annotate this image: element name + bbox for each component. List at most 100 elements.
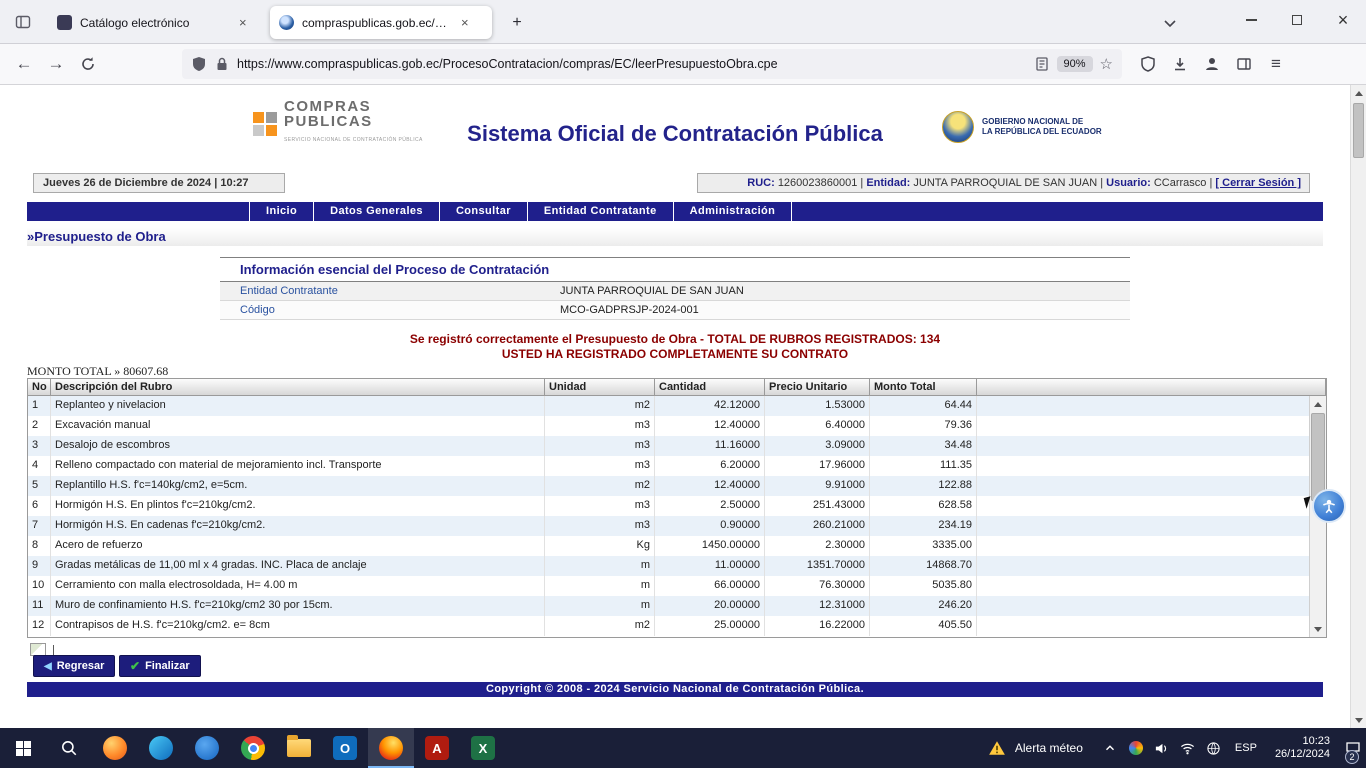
menu-button[interactable]: ≡: [1260, 49, 1292, 79]
taskbar-weather-widget[interactable]: Alerta méteo: [974, 740, 1097, 756]
table-cell: m2: [545, 396, 655, 416]
table-cell: Muro de confinamiento H.S. f'c=210kg/cm2…: [51, 596, 545, 616]
back-button[interactable]: ←: [8, 49, 40, 79]
url-text[interactable]: https://www.compraspublicas.gob.ec/Proce…: [237, 57, 1027, 71]
extension-shield-button[interactable]: [1132, 49, 1164, 79]
tab-favicon: [279, 15, 294, 30]
window-maximize-button[interactable]: [1274, 0, 1320, 40]
app-icon-chrome[interactable]: [230, 728, 276, 768]
regresar-button[interactable]: ◀ Regresar: [33, 655, 115, 677]
finalizar-button[interactable]: ✔ Finalizar: [119, 655, 201, 677]
table-scroll-down-button[interactable]: [1310, 621, 1326, 637]
floating-assistant-widget[interactable]: [1312, 489, 1346, 523]
column-header-filler: [977, 379, 1326, 395]
logout-link[interactable]: [ Cerrar Sesión ]: [1215, 177, 1301, 189]
app-icon-teams[interactable]: [184, 728, 230, 768]
new-tab-button[interactable]: +: [504, 10, 530, 35]
ecuador-coat-of-arms-icon: [942, 111, 974, 143]
tab-close-icon[interactable]: ×: [235, 14, 251, 31]
table-cell-filler: [977, 536, 1309, 556]
app-icon-browser-orange[interactable]: [92, 728, 138, 768]
url-bar[interactable]: https://www.compraspublicas.gob.ec/Proce…: [182, 49, 1122, 79]
forward-button[interactable]: →: [40, 49, 72, 79]
table-cell: 11.16000: [655, 436, 765, 456]
table-row-2: 2Excavación manualm312.400006.4000079.36: [28, 416, 1309, 436]
table-cell: 17.96000: [765, 456, 870, 476]
lock-icon[interactable]: [214, 56, 230, 72]
nav-item-inicio[interactable]: Inicio: [249, 202, 313, 221]
column-header-no: No: [28, 379, 51, 395]
table-cell-filler: [977, 596, 1309, 616]
wifi-button[interactable]: [1175, 728, 1201, 768]
tab-title: Catálogo electrónico: [80, 16, 228, 30]
table-cell: 8: [28, 536, 51, 556]
table-cell: 0.90000: [655, 516, 765, 536]
taskbar-clock[interactable]: 10:23 26/12/2024: [1265, 735, 1340, 761]
table-cell: Contrapisos de H.S. f'c=210kg/cm2. e= 8c…: [51, 616, 545, 636]
column-header-cantidad: Cantidad: [655, 379, 765, 395]
window-close-button[interactable]: ×: [1320, 0, 1366, 40]
list-all-tabs-chevron-icon[interactable]: [1158, 12, 1182, 34]
page-title: Sistema Oficial de Contratación Pública: [0, 121, 1350, 147]
page-scroll-down-button[interactable]: [1351, 712, 1366, 728]
table-scrollbar-thumb[interactable]: [1311, 413, 1325, 501]
clock-time: 10:23: [1275, 735, 1330, 748]
tab-compraspublicas[interactable]: compraspublicas.gob.ec/Proce ×: [270, 6, 492, 39]
page-scroll-up-button[interactable]: [1351, 85, 1366, 101]
volume-button[interactable]: [1149, 728, 1175, 768]
table-cell: Acero de refuerzo: [51, 536, 545, 556]
gov-line1: GOBIERNO NACIONAL DE: [982, 117, 1083, 126]
downloads-button[interactable]: [1164, 49, 1196, 79]
arrow-down-icon: [1355, 718, 1363, 723]
table-cell: m2: [545, 616, 655, 636]
column-header-precio-unitario: Precio Unitario: [765, 379, 870, 395]
reader-view-icon[interactable]: [1034, 56, 1050, 72]
app-icon-firefox-active[interactable]: [368, 728, 414, 768]
column-header-descripcion-del-rubro: Descripción del Rubro: [51, 379, 545, 395]
table-row-10: 10Cerramiento con malla electrosoldada, …: [28, 576, 1309, 596]
language-indicator[interactable]: ESP: [1227, 742, 1265, 754]
nav-item-administracion[interactable]: Administración: [673, 202, 793, 221]
app-icon-acrobat[interactable]: A: [414, 728, 460, 768]
minimize-icon: [1246, 19, 1257, 21]
app-icon-file-explorer[interactable]: [276, 728, 322, 768]
start-button[interactable]: [0, 728, 46, 768]
page-scrollbar[interactable]: [1350, 85, 1366, 728]
sidebar-icon: [1236, 56, 1252, 72]
table-cell-filler: [977, 576, 1309, 596]
tray-colored-app-icon[interactable]: [1123, 728, 1149, 768]
sidebar-button[interactable]: [1228, 49, 1260, 79]
reload-button[interactable]: [72, 49, 104, 79]
zoom-level-badge[interactable]: 90%: [1057, 56, 1093, 72]
table-cell: Hormigón H.S. En cadenas f'c=210kg/cm2.: [51, 516, 545, 536]
table-cell: 6.20000: [655, 456, 765, 476]
account-button[interactable]: [1196, 49, 1228, 79]
tab-catalogo-electronico[interactable]: Catálogo electrónico ×: [48, 6, 262, 39]
table-cell: 79.36: [870, 416, 977, 436]
action-center-button[interactable]: 2: [1340, 728, 1366, 768]
hidden-icons-chevron[interactable]: [1097, 728, 1123, 768]
tracking-shield-icon[interactable]: [191, 56, 207, 72]
nav-item-entidad-contratante[interactable]: Entidad Contratante: [527, 202, 673, 221]
app-icon-edge[interactable]: [138, 728, 184, 768]
table-cell-filler: [977, 436, 1309, 456]
bookmark-star-icon[interactable]: ☆: [1100, 55, 1113, 73]
nav-item-consultar[interactable]: Consultar: [439, 202, 527, 221]
app-icon-excel[interactable]: X: [460, 728, 506, 768]
tab-close-icon[interactable]: ×: [457, 14, 473, 31]
window-minimize-button[interactable]: [1228, 0, 1274, 40]
table-cell: 14868.70: [870, 556, 977, 576]
nav-item-datos-generales[interactable]: Datos Generales: [313, 202, 439, 221]
table-row-11: 11Muro de confinamiento H.S. f'c=210kg/c…: [28, 596, 1309, 616]
firefox-view-icon: [15, 14, 31, 30]
ruc-label: RUC:: [747, 177, 775, 189]
taskbar-search-button[interactable]: [46, 728, 92, 768]
table-cell: Replantillo H.S. f'c=140kg/cm2, e=5cm.: [51, 476, 545, 496]
firefox-view-button[interactable]: [10, 10, 36, 34]
network-globe-button[interactable]: [1201, 728, 1227, 768]
table-scroll-up-button[interactable]: [1310, 396, 1326, 412]
page-scrollbar-thumb[interactable]: [1353, 103, 1364, 158]
table-cell: 64.44: [870, 396, 977, 416]
weather-label: Alerta méteo: [1015, 741, 1083, 755]
app-icon-outlook[interactable]: O: [322, 728, 368, 768]
